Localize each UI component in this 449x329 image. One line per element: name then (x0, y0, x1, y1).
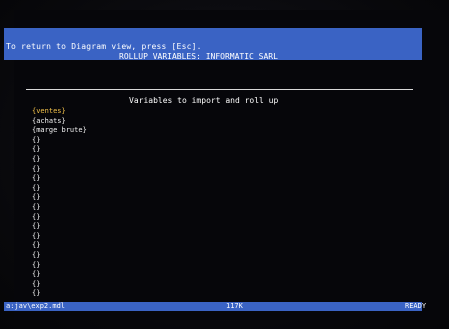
page-title: ROLLUP VARIABLES: INFORMATIC SARL (119, 52, 278, 61)
variable-field[interactable]: {} (32, 174, 87, 184)
escape-hint: To return to Diagram view, press [Esc]. (6, 42, 202, 51)
memory-indicator: 117K (226, 302, 243, 310)
variable-field[interactable]: {} (32, 165, 87, 175)
variable-list: {ventes} {achats} {marge brute}{}{}{}{}{}{… (32, 107, 87, 299)
variable-field[interactable]: {} (32, 184, 87, 194)
variable-field[interactable]: {} (32, 241, 87, 251)
variable-field[interactable]: {} (32, 203, 87, 213)
variable-field[interactable]: {} (32, 232, 87, 242)
variable-field[interactable]: {ventes} (32, 107, 87, 117)
variable-field[interactable]: {} (32, 222, 87, 232)
status-bar (4, 302, 422, 311)
variable-field[interactable]: {} (32, 261, 87, 271)
section-title: Variables to import and roll up (129, 96, 279, 105)
mode-indicator: READY (405, 302, 427, 310)
variable-field[interactable]: {} (32, 145, 87, 155)
file-path: a:jav\exp2.mdl (6, 302, 66, 310)
variable-field[interactable]: {} (32, 280, 87, 290)
divider (26, 89, 413, 90)
variable-field[interactable]: {} (32, 155, 87, 165)
variable-field[interactable]: {achats} (32, 117, 87, 127)
variable-field[interactable]: {} (32, 289, 87, 299)
variable-field[interactable]: {} (32, 270, 87, 280)
variable-field[interactable]: {} (32, 251, 87, 261)
variable-field[interactable]: {} (32, 193, 87, 203)
variable-field[interactable]: {} (32, 136, 87, 146)
variable-field[interactable]: {marge brute} (32, 126, 87, 136)
variable-field[interactable]: {} (32, 213, 87, 223)
